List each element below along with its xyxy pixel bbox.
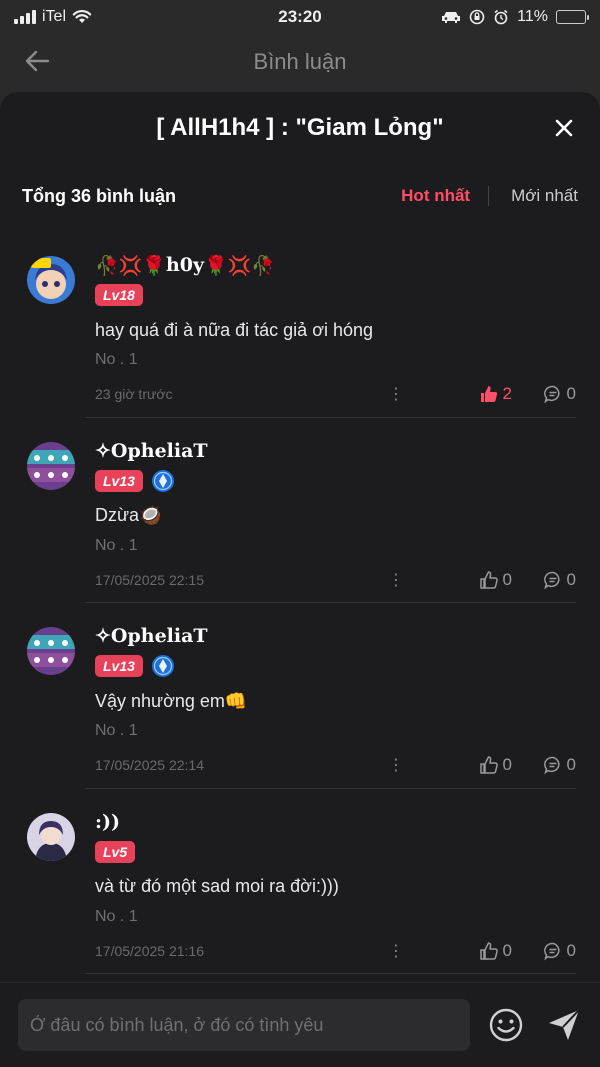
signal-icon <box>14 10 36 24</box>
comment-time: 17/05/2025 22:15 <box>95 571 204 588</box>
sheet-title: [ AllH1h4 ] : "Giam Lỏng" <box>156 114 444 141</box>
comment-author[interactable]: 🥀💢🌹 h0y 🌹💢🥀 <box>95 250 576 280</box>
wifi-icon <box>72 10 92 23</box>
avatar[interactable] <box>27 256 75 304</box>
comment-author[interactable]: ✧OpheliaT <box>95 621 576 651</box>
chapter-number: No . 1 <box>95 351 138 368</box>
name-decoration: 🌹💢🥀 <box>204 254 276 277</box>
sort-row: Tổng 36 bình luận Hot nhất Mới nhất <box>0 164 600 228</box>
comment-composer <box>0 982 600 1067</box>
chat-bubble-icon <box>543 756 560 775</box>
reply-count: 0 <box>566 384 576 403</box>
rank-icon <box>151 469 174 492</box>
comment-item: ✧OpheliaT Lv13 Vậy nhường em👊 No . 1 17/… <box>0 603 600 789</box>
comment-time: 17/05/2025 22:14 <box>95 757 204 773</box>
more-options-icon[interactable]: ⋮ <box>384 384 408 404</box>
like-count: 0 <box>502 569 512 589</box>
thumbs-up-icon <box>479 756 498 774</box>
comments-sheet: [ AllH1h4 ] : "Giam Lỏng" Tổng 36 bình l… <box>0 92 600 1067</box>
thumbs-up-icon <box>479 570 498 589</box>
level-badge: Lv5 <box>95 840 136 863</box>
arrow-left-icon <box>25 50 50 72</box>
like-count: 0 <box>502 755 512 774</box>
battery-percent: 11% <box>517 8 548 25</box>
like-button[interactable]: 0 <box>448 755 512 775</box>
reply-button[interactable]: 0 <box>512 941 576 961</box>
more-options-icon[interactable]: ⋮ <box>384 755 408 775</box>
comment-text: Vậy nhường em👊 <box>95 690 248 711</box>
close-icon[interactable] <box>552 116 576 140</box>
chat-bubble-icon <box>543 942 560 960</box>
rotation-lock-icon <box>469 9 485 25</box>
chapter-number: No . 1 <box>95 536 138 554</box>
comment-total: Tổng 36 bình luận <box>22 185 176 206</box>
thumbs-up-icon <box>479 941 498 960</box>
comment-text: hay quá đi à nữa đi tác giả ơi hóng <box>95 319 374 340</box>
reply-button[interactable]: 0 <box>512 570 576 590</box>
carrier-label: iTel <box>42 8 67 25</box>
rank-icon <box>151 655 174 677</box>
reply-count: 0 <box>566 940 576 960</box>
like-count: 0 <box>502 940 512 960</box>
author-name: ✧OpheliaT <box>95 625 208 647</box>
avatar[interactable] <box>27 627 75 675</box>
comment-input[interactable] <box>18 999 470 1051</box>
comment-author[interactable]: ✧OpheliaT <box>95 436 576 466</box>
comment-text: Dzừa🥥 <box>95 505 162 525</box>
back-button[interactable] <box>22 46 52 76</box>
divider <box>85 973 576 974</box>
comment-author[interactable]: :)) <box>95 807 576 837</box>
like-button[interactable]: 0 <box>448 941 512 961</box>
thumbs-up-icon <box>480 386 497 402</box>
avatar[interactable] <box>27 812 75 861</box>
reply-button[interactable]: 0 <box>512 384 576 404</box>
sort-hot-tab[interactable]: Hot nhất <box>401 186 490 206</box>
sort-new-tab[interactable]: Mới nhất <box>489 186 578 206</box>
car-icon <box>442 12 461 23</box>
comment-list: 🥀💢🌹 h0y 🌹💢🥀 Lv18 hay quá đi à nữa đi tác… <box>0 232 600 974</box>
clock: 23:20 <box>278 7 322 26</box>
like-button[interactable]: 0 <box>448 570 512 590</box>
battery-icon <box>556 10 589 24</box>
comment-item: ✧OpheliaT Lv13 Dzừa🥥 No . 1 17/05/2025 2… <box>0 418 600 603</box>
avatar[interactable] <box>27 441 75 490</box>
level-badge: Lv13 <box>95 469 143 492</box>
comment-item: :)) Lv5 và từ đó một sad moi ra đời:))) … <box>0 789 600 974</box>
reply-count: 0 <box>566 569 576 589</box>
comment-text: và từ đó một sad moi ra đời:))) <box>95 876 339 896</box>
comment-item: 🥀💢🌹 h0y 🌹💢🥀 Lv18 hay quá đi à nữa đi tác… <box>0 232 600 418</box>
author-name: h0y <box>165 254 205 276</box>
comment-time: 23 giờ trước <box>95 386 173 402</box>
app-header: Bình luận <box>0 34 600 90</box>
reply-button[interactable]: 0 <box>512 755 576 775</box>
name-decoration: 🥀💢🌹 <box>95 254 166 277</box>
like-count: 2 <box>502 384 512 403</box>
like-button[interactable]: 2 <box>448 384 512 404</box>
more-options-icon[interactable]: ⋮ <box>384 570 408 590</box>
status-bar: iTel 23:20 11% <box>0 0 600 34</box>
author-name: ✧OpheliaT <box>95 439 208 462</box>
page-title: Bình luận <box>253 49 347 74</box>
more-options-icon[interactable]: ⋮ <box>384 941 408 961</box>
emoji-icon[interactable] <box>488 1007 524 1043</box>
chapter-number: No . 1 <box>95 907 138 925</box>
level-badge: Lv18 <box>95 284 143 306</box>
level-badge: Lv13 <box>95 655 143 677</box>
send-icon[interactable] <box>546 1007 582 1043</box>
comment-time: 17/05/2025 21:16 <box>95 942 204 959</box>
reply-count: 0 <box>566 755 576 774</box>
author-name: :)) <box>95 810 120 833</box>
chapter-number: No . 1 <box>95 722 138 739</box>
chat-bubble-icon <box>543 385 560 404</box>
chat-bubble-icon <box>543 571 560 589</box>
alarm-icon <box>494 9 508 25</box>
